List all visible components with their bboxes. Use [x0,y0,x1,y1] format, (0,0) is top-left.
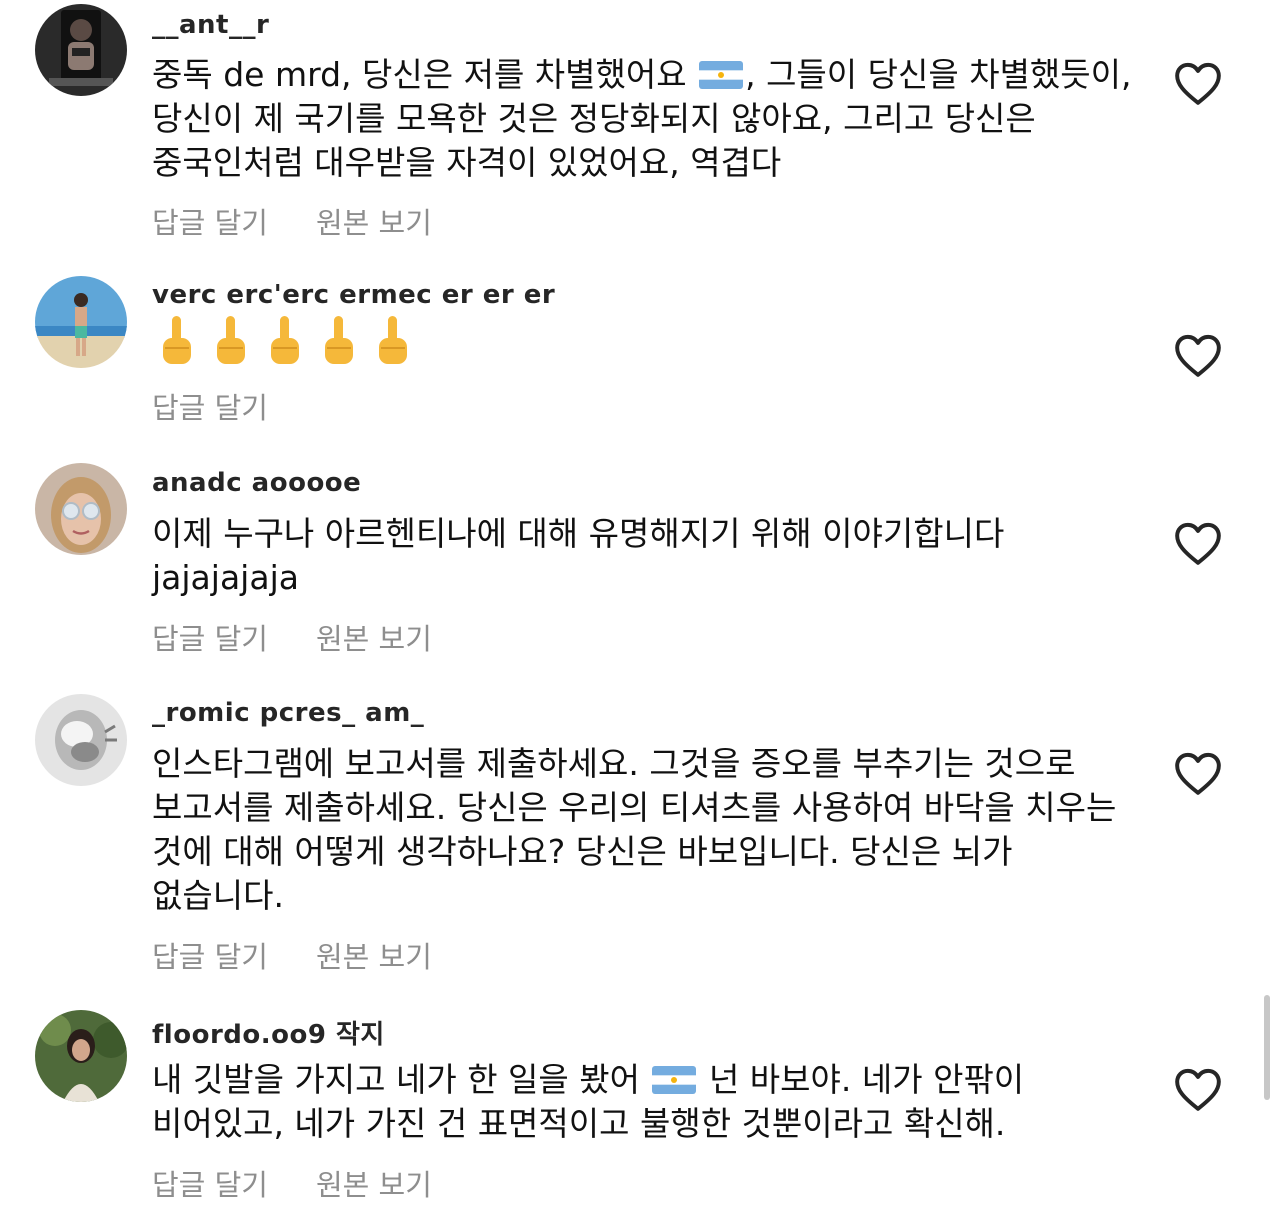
heart-icon[interactable] [1173,60,1223,106]
reply-button[interactable]: 답글 달기 [152,616,268,658]
middle-finger-emoji [325,316,353,364]
avatar[interactable] [35,1010,127,1102]
see-original-button[interactable]: 원본 보기 [316,1162,432,1204]
argentina-flag-icon [652,1066,697,1094]
username[interactable]: verc erc'erc ermec er er er [152,280,555,310]
avatar[interactable] [35,4,127,96]
username[interactable]: floordo.oo9 작지 [152,1014,385,1051]
username[interactable]: __ant__r [152,10,269,40]
avatar[interactable] [35,694,127,786]
comment-text: 인스타그램에 보고서를 제출하세요. 그것을 증오를 부추기는 것으로 보고서를… [152,744,1117,915]
heart-icon[interactable] [1173,332,1223,378]
reply-button[interactable]: 답글 달기 [152,1162,268,1204]
middle-finger-emoji [271,316,299,364]
username[interactable]: _romic pcres_ am_ [152,698,424,728]
comment-text-part: 중독 de mrd, 당신은 저를 차별했어요 [152,55,698,94]
username[interactable]: anadc aooooe [152,468,361,498]
comment-text: 이제 누구나 아르헨티나에 대해 유명해지기 위해 이야기합니다 jajajaj… [152,514,1005,597]
see-original-button[interactable]: 원본 보기 [316,934,432,976]
emoji-row [156,314,412,368]
comment-text: 내 깃발을 가지고 네가 한 일을 봤어 넌 바보야. 네가 안팎이 비어있고,… [152,1058,1142,1146]
reply-button[interactable]: 답글 달기 [152,934,268,976]
reply-button[interactable]: 답글 달기 [152,385,268,427]
middle-finger-emoji [217,316,245,364]
comment-text-part: 내 깃발을 가지고 네가 한 일을 봤어 [152,1060,651,1099]
heart-icon[interactable] [1173,520,1223,566]
scrollbar-thumb[interactable] [1264,995,1270,1100]
avatar[interactable] [35,276,127,368]
see-original-button[interactable]: 원본 보기 [316,616,432,658]
argentina-flag-icon [699,61,744,89]
avatar[interactable] [35,463,127,555]
middle-finger-emoji [163,316,191,364]
reply-button[interactable]: 답글 달기 [152,200,268,242]
see-original-button[interactable]: 원본 보기 [316,200,432,242]
heart-icon[interactable] [1173,1066,1223,1112]
comment-text: 중독 de mrd, 당신은 저를 차별했어요 , 그들이 당신을 차별했듯이,… [152,53,1142,185]
middle-finger-emoji [379,316,407,364]
heart-icon[interactable] [1173,750,1223,796]
